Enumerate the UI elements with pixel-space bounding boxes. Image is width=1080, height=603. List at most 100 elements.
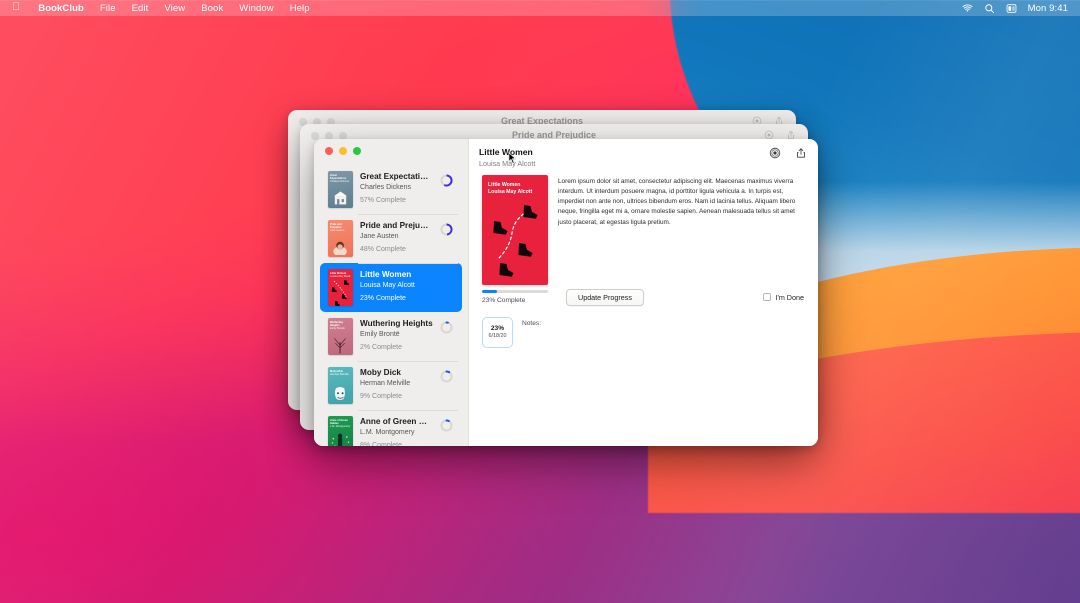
cover-author: Jane Austen: [330, 229, 345, 233]
book-title: Moby Dick: [360, 368, 401, 377]
book-info: Little Women Louisa May Alcott 23% Compl…: [360, 269, 453, 302]
book-cover-wuthering-heights: Wuthering Heights Emily Brontë: [328, 318, 353, 355]
update-progress-button[interactable]: Update Progress: [566, 288, 644, 306]
cover-art-tree: [334, 338, 346, 354]
cover-art-figure: [331, 433, 350, 446]
entry-percent: 23%: [490, 325, 505, 332]
mouse-cursor: [508, 152, 517, 164]
cover-author: Charles Dickens: [330, 180, 349, 184]
maximize-button[interactable]: [353, 147, 361, 155]
book-cover-pride-and-prejudice: Pride and Prejudice Jane Austen: [328, 220, 353, 257]
window-body: Great Expectations Charles Dickens Great…: [314, 139, 818, 446]
progress-ring-moby-dick: [440, 370, 453, 383]
cover-art-portrait: [333, 241, 347, 255]
minimize-button[interactable]: [339, 147, 347, 155]
progress-ring-great-expectations: [440, 174, 453, 187]
book-author: L.M. Montgomery: [360, 428, 415, 436]
cover-large-art-boots: [493, 204, 538, 277]
menu-item-file[interactable]: File: [92, 3, 124, 14]
cover-art-whale: [334, 386, 345, 400]
book-title: Anne of Green Gables: [360, 417, 433, 426]
book-progress-label: 57% Complete: [360, 197, 406, 205]
progress-ring-pride-and-prejudice: [440, 223, 453, 236]
progress-ring-anne-of-green-gables: [440, 419, 453, 432]
book-title: Pride and Prejudice: [360, 221, 433, 230]
book-info: Anne of Green Gables L.M. Montgomery 8% …: [360, 416, 433, 446]
book-progress-label: 9% Complete: [360, 393, 403, 401]
book-author: Herman Melville: [360, 379, 411, 387]
menu-item-view[interactable]: View: [156, 3, 193, 14]
menu-item-book[interactable]: Book: [193, 3, 231, 14]
progress-bar[interactable]: [482, 289, 548, 294]
notes-label: Notes:: [522, 319, 542, 327]
menu-item-window[interactable]: Window: [231, 3, 281, 14]
done-checkbox[interactable]: [763, 293, 772, 301]
share-icon[interactable]: [795, 147, 807, 159]
detail-pane: Little Women Louisa May Alcott Little Wo…: [469, 139, 818, 446]
page-title: Little Women: [479, 147, 533, 157]
book-progress-label: 23% Complete: [360, 295, 406, 303]
book-author: Jane Austen: [360, 232, 399, 240]
menu-bar:  BookClub File Edit View Book Window He…: [0, 0, 1080, 16]
book-cover-great-expectations: Great Expectations Charles Dickens: [328, 171, 353, 208]
book-info: Great Expectations Charles Dickens 57% C…: [360, 171, 433, 204]
book-cover-little-women: Little Women Louisa May Alcott: [328, 269, 353, 306]
detail-header: Little Women Louisa May Alcott: [469, 139, 818, 173]
book-info: Pride and Prejudice Jane Austen 48% Comp…: [360, 220, 433, 253]
book-cover-anne-of-green-gables: Anne of Green Gables L.M. Montgomery: [328, 416, 353, 446]
book-author: Charles Dickens: [360, 183, 411, 191]
audiobook-icon[interactable]: [769, 147, 781, 159]
cover-art-boots: [331, 280, 350, 306]
menu-bar-status-area: Mon 9:41: [962, 3, 1072, 14]
cover-large-title: Little Women: [488, 181, 521, 188]
book-info: Wuthering Heights Emily Brontë 2% Comple…: [360, 318, 433, 351]
progress-ring-wuthering-heights: [440, 321, 453, 334]
book-progress-label: 8% Complete: [360, 442, 403, 446]
book-row-pride-and-prejudice[interactable]: Pride and Prejudice Jane Austen Pride an…: [320, 214, 462, 263]
search-icon[interactable]: [984, 3, 995, 14]
cover-large-text: Little Women Louisa May Alcott: [488, 182, 532, 196]
book-cover-moby-dick: Moby Dick Herman Melville: [328, 367, 353, 404]
menu-bar-clock[interactable]: Mon 9:41: [1028, 3, 1068, 14]
sidebar-book-list[interactable]: Great Expectations Charles Dickens Great…: [314, 139, 469, 446]
book-title: Great Expectations: [360, 172, 433, 181]
menu-item-bookclub[interactable]: BookClub: [30, 3, 92, 14]
done-checkbox-group[interactable]: I'm Done: [763, 293, 806, 302]
cover-author: Herman Melville: [330, 373, 349, 377]
book-progress-label: 2% Complete: [360, 344, 403, 352]
entry-date: 6/18/20: [488, 333, 507, 339]
progress-entries: 23% 6/18/20 Notes:: [469, 306, 818, 348]
book-row-moby-dick[interactable]: Moby Dick Herman Melville Moby Dick Herm…: [320, 361, 462, 410]
detail-author: Louisa May Alcott: [479, 158, 536, 168]
cover-author: L.M. Montgomery: [330, 425, 351, 429]
progress-controls: 23% Complete Update Progress I'm Done: [469, 285, 818, 306]
detail-header-actions: [769, 147, 807, 159]
book-title: Wuthering Heights: [360, 319, 433, 328]
window-little-women[interactable]: Great Expectations Charles Dickens Great…: [314, 139, 818, 446]
progress-percent-label: 23% Complete: [482, 297, 526, 305]
cover-author: Emily Brontë: [330, 327, 345, 331]
control-center-icon[interactable]: [1006, 3, 1017, 14]
progress-bar-group: 23% Complete: [482, 289, 548, 305]
done-checkbox-label: I'm Done: [775, 292, 804, 302]
wifi-icon[interactable]: [962, 3, 973, 14]
book-cover-large: Little Women Louisa May Alcott: [482, 174, 548, 285]
apple-logo-icon[interactable]: : [12, 2, 20, 13]
book-row-little-women[interactable]: Little Women Louisa May Alcott Little Wo…: [320, 263, 462, 312]
book-author: Emily Brontë: [360, 330, 400, 338]
traffic-lights[interactable]: [325, 147, 361, 155]
cover-large-author: Louisa May Alcott: [488, 188, 533, 195]
book-progress-label: 48% Complete: [360, 246, 406, 254]
book-title: Little Women: [360, 270, 412, 279]
detail-main: Little Women Louisa May Alcott Lorem ips…: [469, 173, 818, 285]
book-description: Lorem ipsum dolor sit amet, consectetur …: [558, 177, 796, 226]
book-author: Louisa May Alcott: [360, 281, 415, 289]
menu-item-edit[interactable]: Edit: [124, 3, 157, 14]
menu-item-help[interactable]: Help: [282, 3, 318, 14]
book-row-wuthering-heights[interactable]: Wuthering Heights Emily Brontë Wuthering…: [320, 312, 462, 361]
close-button[interactable]: [325, 147, 333, 155]
cover-art-house: [334, 191, 347, 205]
book-row-great-expectations[interactable]: Great Expectations Charles Dickens Great…: [320, 165, 462, 214]
book-row-anne-of-green-gables[interactable]: Anne of Green Gables L.M. Montgomery Ann…: [320, 410, 462, 446]
progress-entry-card[interactable]: 23% 6/18/20: [482, 316, 513, 348]
